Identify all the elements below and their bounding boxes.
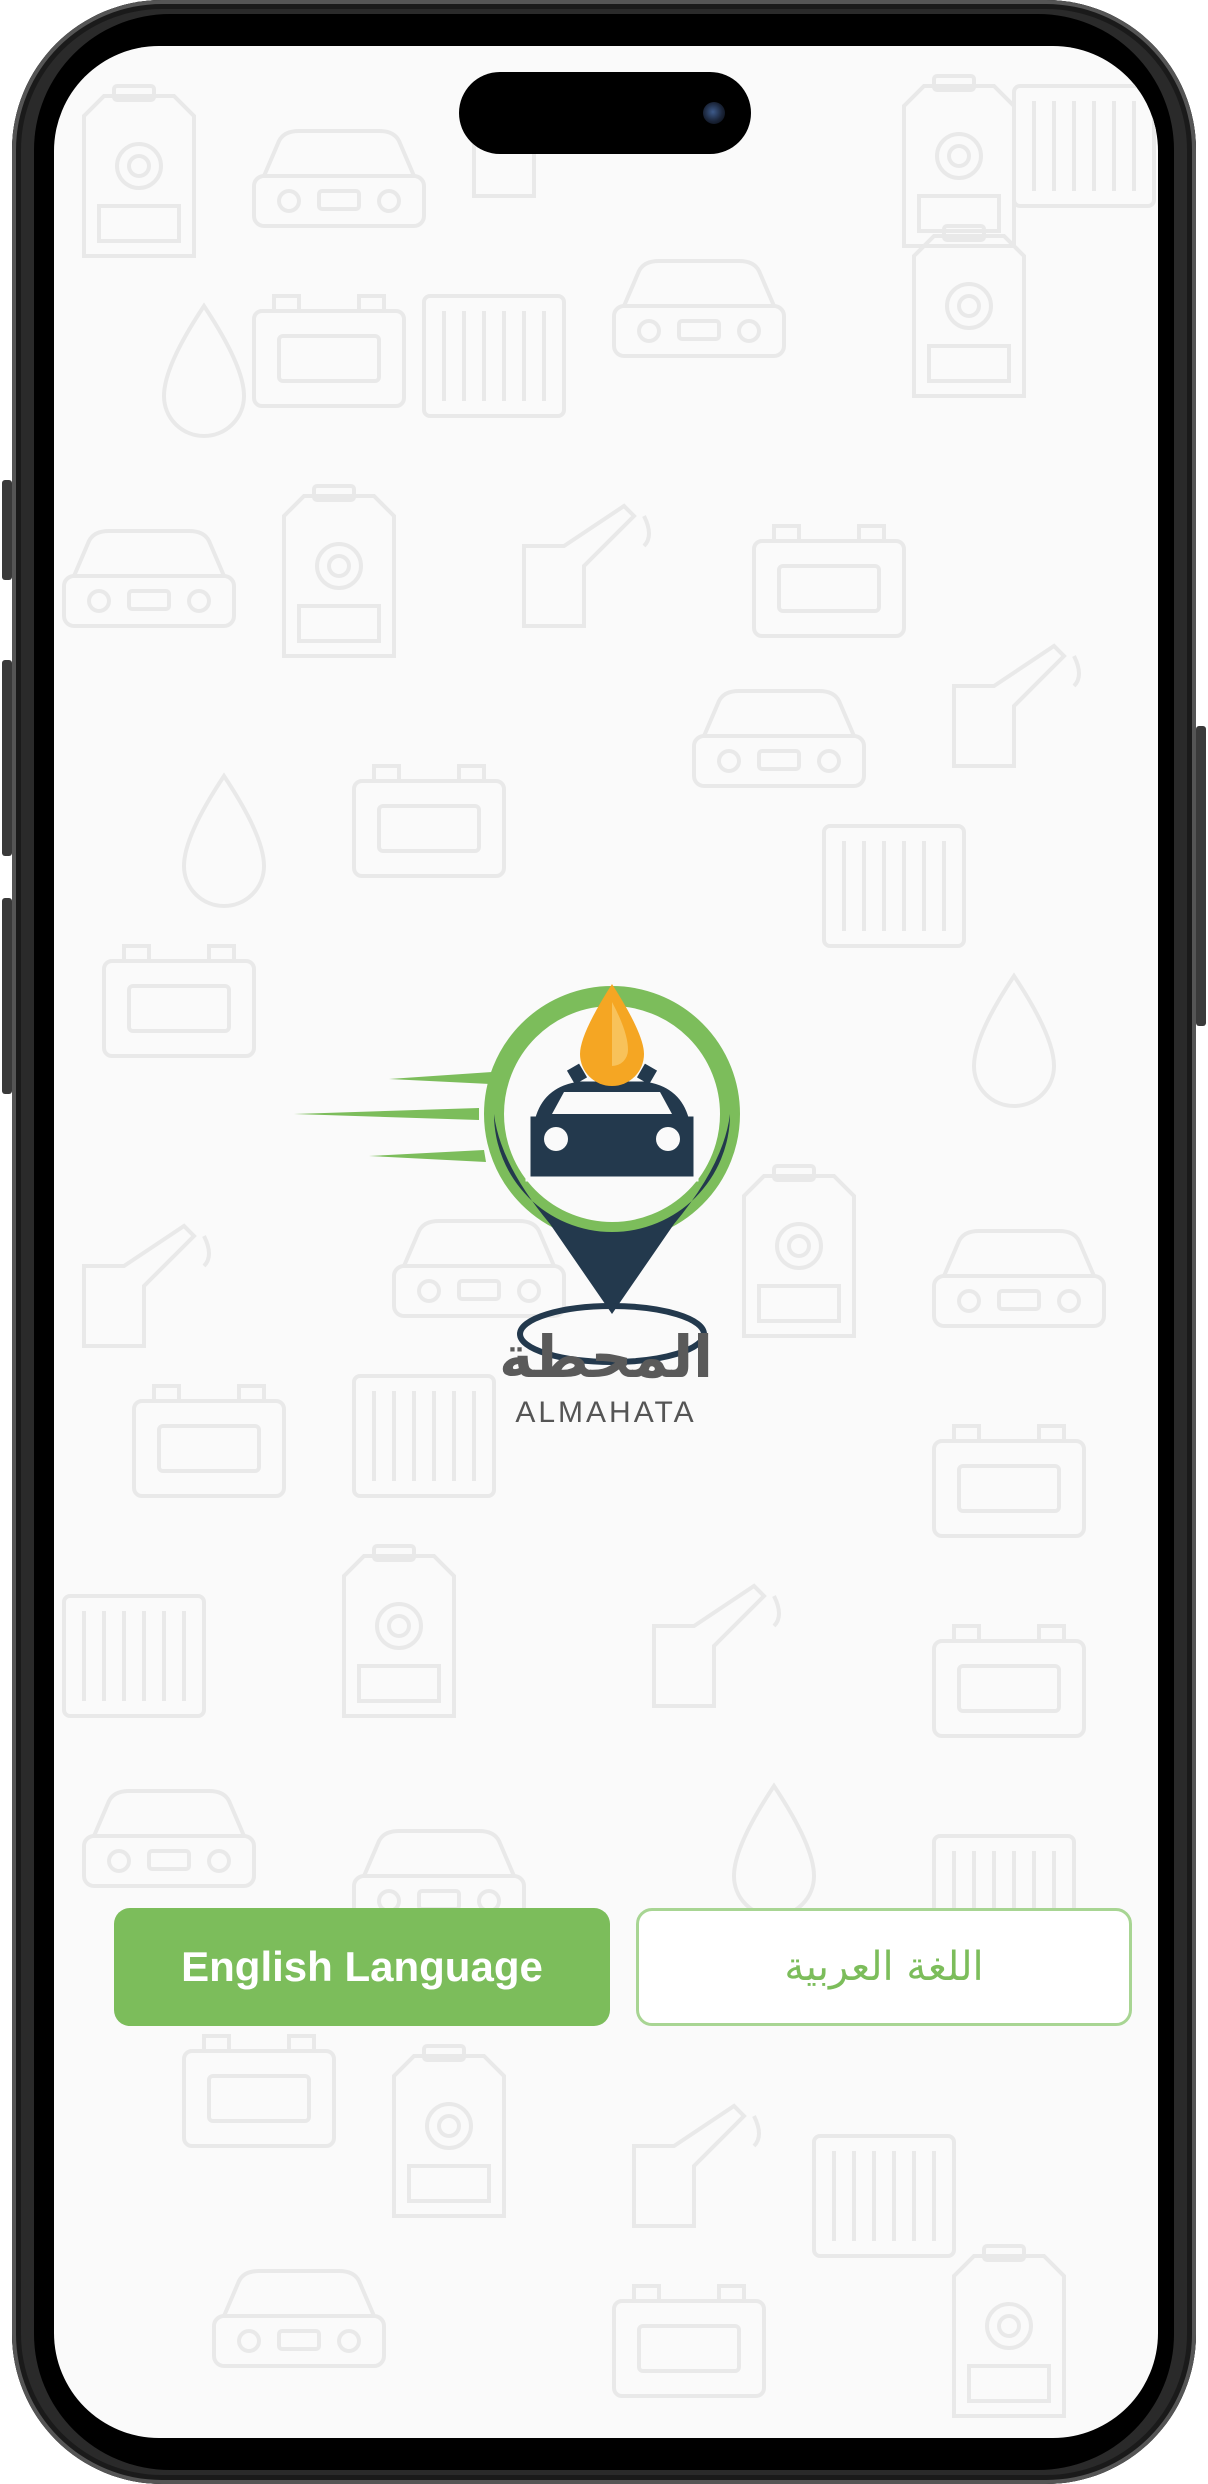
app-name-arabic: المحطة (498, 1323, 714, 1391)
english-language-button[interactable]: English Language (114, 1908, 610, 2026)
action-button (2, 480, 12, 580)
power-button (1196, 726, 1206, 1026)
front-camera-icon (703, 102, 725, 124)
app-screen: المحطة ALMAHATA English Language اللغة ا… (54, 46, 1158, 2438)
volume-up-button (2, 660, 12, 856)
app-name-latin: ALMAHATA (515, 1396, 697, 1429)
dynamic-island (459, 72, 751, 154)
arabic-language-button[interactable]: اللغة العربية (636, 1908, 1132, 2026)
volume-down-button (2, 898, 12, 1094)
